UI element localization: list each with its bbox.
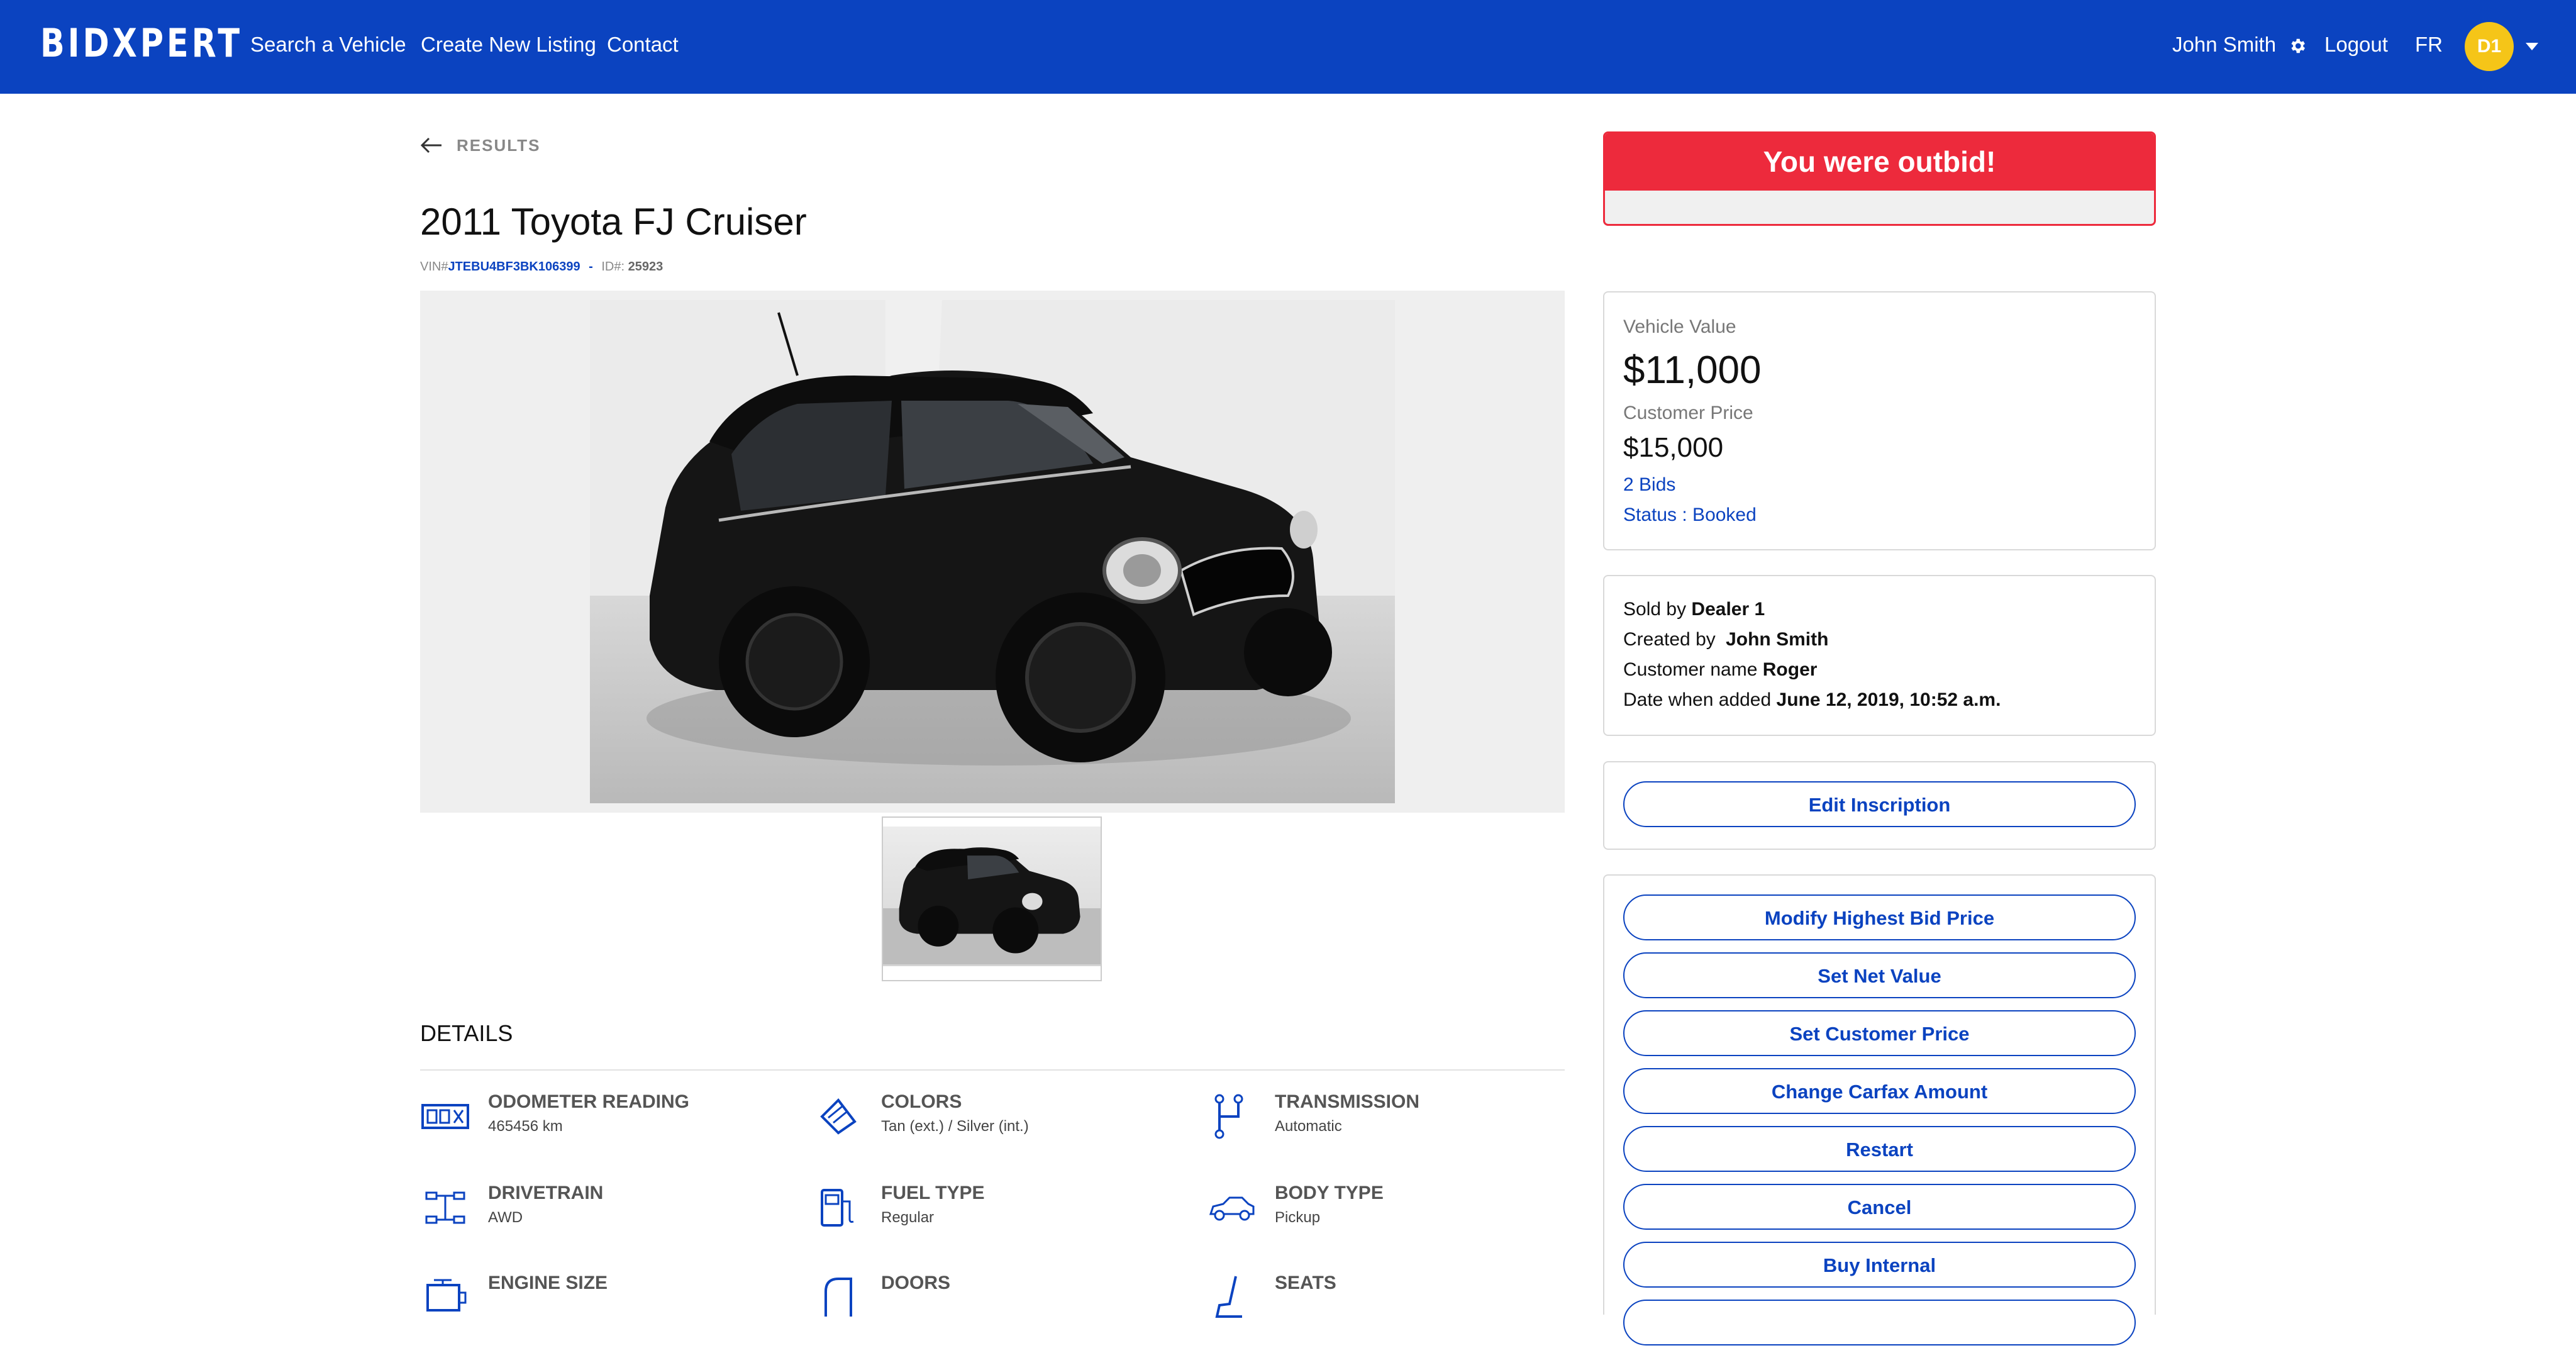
buy-internal-button[interactable]: Buy Internal [1623,1242,2136,1288]
spec-label: COLORS [881,1091,962,1112]
spec-value: Automatic [1275,1118,1342,1135]
thumbnail-car-illustration [883,847,1101,965]
customer-price-label: Customer Price [1623,403,1753,423]
spec-seats: SEATS [1207,1273,1559,1348]
set-customer-price-button[interactable]: Set Customer Price [1623,1010,2136,1056]
customer-name-label: Customer name [1623,659,1758,680]
paint-icon [820,1098,857,1135]
actions-card: Modify Highest Bid Price Set Net Value S… [1603,874,2156,1345]
nav-create-listing[interactable]: Create New Listing [421,33,596,57]
spec-engine-size: ENGINE SIZE [420,1273,772,1348]
bids-count-link[interactable]: 2 Bids [1623,474,1675,496]
id-label: ID#: [601,260,625,274]
main-vehicle-photo[interactable] [590,300,1395,803]
status-link[interactable]: Status : Booked [1623,504,1757,526]
thumbnail-photo [883,827,1101,966]
id-value: 25923 [628,260,663,274]
seller-info-card: Sold by Dealer 1 Created by John Smith C… [1603,575,2156,736]
spec-label: TRANSMISSION [1275,1091,1420,1112]
date-added-label: Date when added [1623,689,1772,710]
cancel-button[interactable]: Cancel [1623,1184,2136,1230]
spec-value: Pickup [1275,1209,1321,1226]
spec-label: ODOMETER READING [488,1091,690,1112]
sold-by-row: Sold by Dealer 1 [1623,599,1765,620]
brand-logo[interactable]: BIDXPERT [40,20,243,66]
nav-contact[interactable]: Contact [607,33,679,57]
nav-search-vehicle[interactable]: Search a Vehicle [250,33,406,57]
car-icon [1209,1196,1255,1221]
customer-name-value: Roger [1762,659,1818,680]
spec-value: AWD [488,1209,523,1226]
modify-highest-bid-button[interactable]: Modify Highest Bid Price [1623,894,2136,940]
spec-drivetrain: DRIVETRAIN AWD [420,1183,772,1258]
top-navbar: BIDXPERT Search a Vehicle Create New Lis… [0,0,2576,94]
chevron-down-icon[interactable] [2526,43,2538,50]
gearbox-icon [1214,1094,1243,1139]
vin-line: VIN#JTEBU4BF3BK106399 - ID#: 25923 [420,260,663,274]
spec-transmission: TRANSMISSION Automatic [1207,1091,1559,1167]
back-to-results[interactable]: RESULTS [420,134,540,157]
gear-icon [2291,39,2306,53]
created-by-value: John Smith [1726,629,1829,650]
fuel-pump-icon [821,1189,854,1227]
door-icon [824,1278,852,1317]
outbid-alert: You were outbid! [1603,131,2156,226]
date-added-value: June 12, 2019, 10:52 a.m. [1776,689,2001,710]
page-title: 2011 Toyota FJ Cruiser [420,201,807,243]
details-divider [420,1069,1565,1071]
logout-link[interactable]: Logout [2324,33,2388,57]
spec-colors: COLORS Tan (ext.) / Silver (int.) [813,1091,1165,1167]
spec-doors: DOORS [813,1273,1165,1348]
spec-label: FUEL TYPE [881,1183,985,1203]
spec-value: Regular [881,1209,935,1226]
spec-fuel-type: FUEL TYPE Regular [813,1183,1165,1258]
outbid-alert-text: You were outbid! [1605,133,2154,191]
vin-value[interactable]: JTEBU4BF3BK106399 [448,260,580,274]
vin-separator: - [589,260,593,274]
thumbnail-image[interactable] [882,816,1102,981]
user-menu[interactable]: John Smith [2172,33,2307,57]
user-name: John Smith [2172,33,2277,56]
set-net-value-button[interactable]: Set Net Value [1623,952,2136,998]
drivetrain-icon [425,1191,465,1224]
edit-card: Edit Inscription [1603,761,2156,850]
language-toggle[interactable]: FR [2415,33,2443,57]
spec-label: SEATS [1275,1273,1336,1293]
back-label: RESULTS [457,135,541,155]
more-actions-button-partial[interactable] [1623,1300,2136,1345]
date-added-row: Date when added June 12, 2019, 10:52 a.m… [1623,689,2001,711]
restart-button[interactable]: Restart [1623,1126,2136,1172]
spec-body-type: BODY TYPE Pickup [1207,1183,1559,1258]
edit-inscription-button[interactable]: Edit Inscription [1623,781,2136,827]
spec-label: DRIVETRAIN [488,1183,604,1203]
engine-icon [426,1279,467,1312]
pricing-card: Vehicle Value $11,000 Customer Price $15… [1603,291,2156,550]
avatar[interactable]: D1 [2465,22,2514,71]
odometer-icon [421,1104,469,1129]
change-carfax-amount-button[interactable]: Change Carfax Amount [1623,1068,2136,1114]
spec-label: DOORS [881,1273,951,1293]
created-by-row: Created by John Smith [1623,629,1828,650]
arrow-left-icon [420,137,441,153]
sold-by-label: Sold by [1623,599,1687,620]
spec-label: ENGINE SIZE [488,1273,608,1293]
seat-icon [1215,1276,1242,1318]
spec-value: 465456 km [488,1118,563,1135]
details-heading: DETAILS [420,1020,513,1046]
photo-gallery [420,291,1565,813]
sold-by-value: Dealer 1 [1691,599,1765,620]
spec-label: BODY TYPE [1275,1183,1384,1203]
customer-name-row: Customer name Roger [1623,659,1817,681]
vehicle-value-label: Vehicle Value [1623,316,1736,337]
created-by-label: Created by [1623,629,1716,650]
car-photo-illustration [590,300,1395,803]
customer-price: $15,000 [1623,432,1724,463]
spec-value: Tan (ext.) / Silver (int.) [881,1118,1029,1135]
vehicle-value: $11,000 [1623,348,1762,392]
spec-odometer: ODOMETER READING 465456 km [420,1091,772,1167]
vin-label: VIN# [420,260,448,274]
